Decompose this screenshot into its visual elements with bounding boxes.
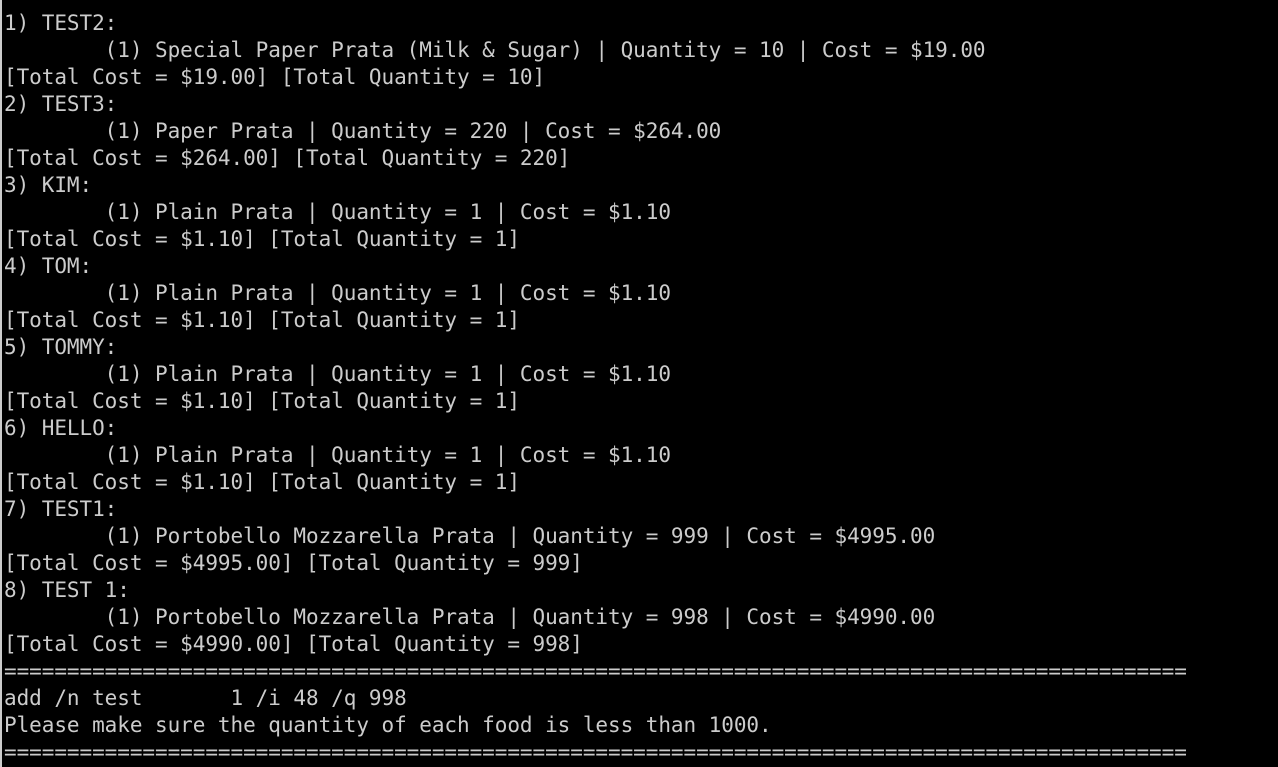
window-left-border [0, 0, 2, 767]
order-item-line: (1) Plain Prata | Quantity = 1 | Cost = … [4, 443, 671, 467]
order-total-line: [Total Cost = $1.10] [Total Quantity = 1… [4, 389, 520, 413]
order-item-line: (1) Portobello Mozzarella Prata | Quanti… [4, 524, 936, 548]
order-total-line: [Total Cost = $19.00] [Total Quantity = … [4, 65, 546, 89]
order-header-kim: 3) KIM: [4, 173, 93, 197]
order-item-line: (1) Plain Prata | Quantity = 1 | Cost = … [4, 362, 671, 386]
order-item-line: (1) Plain Prata | Quantity = 1 | Cost = … [4, 281, 671, 305]
order-total-line: [Total Cost = $264.00] [Total Quantity =… [4, 146, 571, 170]
separator-equals: ========================================… [4, 740, 1187, 764]
order-total-line: [Total Cost = $1.10] [Total Quantity = 1… [4, 227, 520, 251]
order-total-line: [Total Cost = $1.10] [Total Quantity = 1… [4, 308, 520, 332]
order-item-line: (1) Special Paper Prata (Milk & Sugar) |… [4, 38, 986, 62]
order-total-line: [Total Cost = $4990.00] [Total Quantity … [4, 632, 583, 656]
error-message: Please make sure the quantity of each fo… [4, 713, 772, 737]
order-item-line: (1) Paper Prata | Quantity = 220 | Cost … [4, 119, 722, 143]
order-header-test3: 2) TEST3: [4, 92, 118, 116]
separator-equals: ========================================… [4, 659, 1187, 683]
order-header-hello: 6) HELLO: [4, 416, 118, 440]
order-header-test-1: 8) TEST 1: [4, 578, 130, 602]
command-input-line[interactable]: add /n test 1 /i 48 /q 998 [4, 685, 1187, 712]
console-window[interactable]: ----------------------------------------… [0, 0, 1278, 767]
order-header-test2: 1) TEST2: [4, 11, 118, 35]
order-header-tommy: 5) TOMMY: [4, 335, 118, 359]
separator-dashes: ----------------------------------------… [4, 0, 1187, 10]
order-header-tom: 4) TOM: [4, 254, 93, 278]
order-total-line: [Total Cost = $4995.00] [Total Quantity … [4, 551, 583, 575]
order-total-line: [Total Cost = $1.10] [Total Quantity = 1… [4, 470, 520, 494]
order-header-test1: 7) TEST1: [4, 497, 118, 521]
order-item-line: (1) Portobello Mozzarella Prata | Quanti… [4, 605, 936, 629]
order-item-line: (1) Plain Prata | Quantity = 1 | Cost = … [4, 200, 671, 224]
console-output: ----------------------------------------… [4, 0, 1187, 766]
